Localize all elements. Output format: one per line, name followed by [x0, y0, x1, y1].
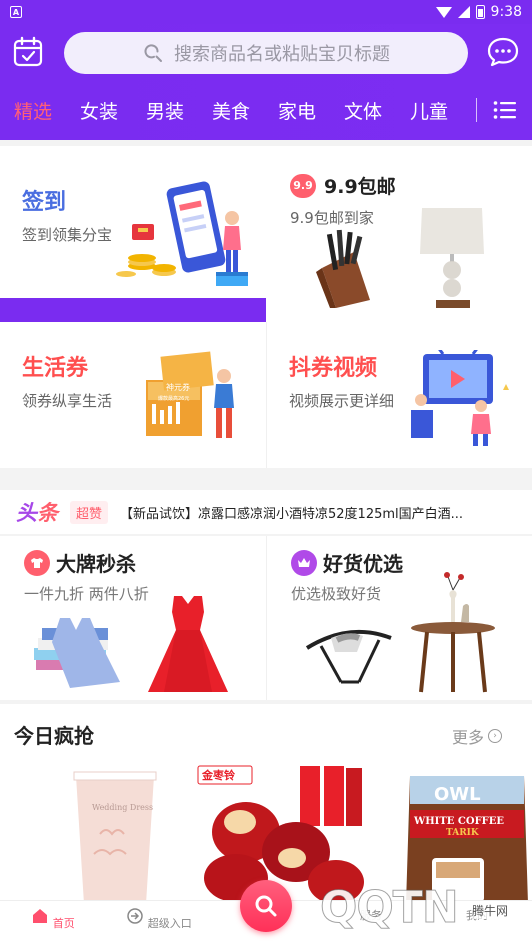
headline-tag: 超赞: [70, 500, 109, 524]
video-coupon-title: 抖券视频: [289, 356, 378, 381]
headline-logo: 头条: [16, 501, 58, 525]
nine-nine-title: 9.9包邮: [324, 176, 396, 198]
table-lamp-image: [420, 208, 484, 308]
product-brand-text: Wedding Dress: [92, 803, 153, 812]
product-sub-text: WHITE COFFEE: [413, 816, 504, 827]
product-brand-text: 金枣铃: [201, 768, 235, 782]
more-link[interactable]: 更多 ›: [452, 724, 502, 748]
product-white-coffee[interactable]: OWL WHITE COFFEE TARIK: [402, 770, 532, 900]
sign-in-subtitle: 签到领集分宝: [22, 226, 113, 244]
nav-super-entry[interactable]: 超级入口: [114, 907, 204, 931]
tab-category-5[interactable]: 文体: [330, 97, 396, 124]
entry-icon: [127, 908, 143, 924]
video-coupon-card[interactable]: 抖券视频 视频展示更详细: [266, 322, 532, 468]
product-red-dates[interactable]: 金枣铃: [196, 762, 366, 900]
sign-in-card[interactable]: 签到 签到领集分宝: [0, 146, 266, 298]
today-rush-title: 今日疯抢: [14, 724, 94, 748]
sign-in-illustration: [116, 181, 248, 286]
shirts-image: [34, 618, 120, 688]
quality-picks-title: 好货优选: [323, 552, 403, 576]
red-dress-image: [148, 596, 228, 692]
battery-icon: [475, 5, 485, 19]
product-cosmetic-tube[interactable]: Wedding Dress: [70, 764, 160, 900]
quality-picks-subtitle: 优选极致好货: [291, 585, 382, 603]
nine-nine-subtitle: 9.9包邮到家: [290, 209, 374, 227]
search-icon: [255, 895, 277, 917]
life-coupon-subtitle: 领券纵享生活: [22, 392, 113, 410]
tab-category-6[interactable]: 儿童: [396, 97, 462, 124]
side-table-vase-image: [411, 572, 495, 693]
app-screen: A 9:38 搜索商品名或粘贴宝贝标题 精选 女装 男装 美食 家电 文体 儿童…: [0, 0, 532, 946]
crown-icon: [291, 549, 317, 576]
center-search-button[interactable]: [240, 880, 292, 932]
message-icon[interactable]: [486, 36, 520, 68]
header: 搜索商品名或粘贴宝贝标题 精选 女装 男装 美食 家电 文体 儿童: [0, 24, 532, 140]
status-bar: A 9:38: [0, 0, 532, 24]
tab-category-3[interactable]: 美食: [198, 97, 264, 124]
chevron-right-icon: ›: [488, 729, 502, 743]
status-time: 9:38: [490, 4, 522, 20]
knife-block-image: [316, 229, 370, 308]
quality-picks-card[interactable]: 好货优选 优选极致好货: [266, 536, 532, 700]
category-tabs: 精选 女装 男装 美食 家电 文体 儿童: [0, 90, 532, 130]
watermark-site-name: 腾牛网: [472, 902, 509, 919]
nav-home[interactable]: 首页: [8, 907, 98, 931]
feature-grid: 签到 签到领集分宝 9.9 9.9包邮 9.9包邮到家 生活券 领券纵享生活 神…: [0, 146, 532, 468]
headline-text[interactable]: 【新品试饮】凉露口感凉润小酒特凉52度125ml国产白酒...: [120, 503, 463, 522]
product-sub-text-2: TARIK: [446, 828, 480, 838]
promo-section: 大牌秒杀 一件九折 两件八折 好货优选 优选极致好货: [0, 536, 532, 700]
watermark-logo: QQTN: [320, 882, 460, 934]
search-bar[interactable]: 搜索商品名或粘贴宝贝标题: [64, 32, 468, 74]
product-brand-text: OWL: [434, 784, 481, 805]
wifi-icon: [435, 6, 452, 18]
lounge-chair-image: [305, 629, 392, 684]
brand-flash-sale-card[interactable]: 大牌秒杀 一件九折 两件八折: [0, 536, 266, 700]
headline-bar[interactable]: 头条 超赞 【新品试饮】凉露口感凉润小酒特凉52度125ml国产白酒...: [0, 490, 532, 534]
life-coupon-card[interactable]: 生活券 领券纵享生活 神元券 爆款最高26元: [0, 322, 266, 468]
tab-category-0[interactable]: 精选: [0, 97, 66, 124]
calendar-checkin-icon[interactable]: [12, 36, 44, 68]
search-icon: [144, 44, 162, 62]
life-coupon-title: 生活券: [22, 356, 89, 381]
signal-icon: [457, 6, 470, 18]
nine-nine-card[interactable]: 9.9 9.9包邮 9.9包邮到家: [266, 146, 532, 322]
coupon-illustration: 神元券 爆款最高26元: [146, 351, 234, 438]
tab-category-2[interactable]: 男装: [132, 97, 198, 124]
sign-in-accent-bar: [0, 298, 266, 322]
notification-a-icon: A: [10, 6, 22, 18]
tshirt-icon: [24, 549, 50, 576]
home-icon: [33, 909, 48, 923]
more-label: 更多: [451, 728, 484, 747]
video-illustration: [411, 350, 509, 446]
brand-flash-sale-subtitle: 一件九折 两件八折: [24, 585, 149, 603]
tab-category-4[interactable]: 家电: [264, 97, 330, 124]
video-coupon-subtitle: 视频展示更详细: [289, 392, 395, 410]
sign-in-title: 签到: [22, 190, 67, 215]
search-placeholder: 搜索商品名或粘贴宝贝标题: [174, 44, 390, 65]
today-rush-section: 今日疯抢 更多 › Wedding Dress 金枣铃 OWL WHITE CO…: [0, 704, 532, 900]
category-menu-icon[interactable]: [493, 100, 517, 120]
nine-nine-badge-icon: 9.9: [290, 173, 316, 198]
brand-flash-sale-title: 大牌秒杀: [56, 552, 136, 576]
coupon-sub-text: 爆款最高26元: [158, 395, 189, 402]
tabs-divider: [476, 98, 477, 122]
tab-category-1[interactable]: 女装: [66, 97, 132, 124]
coupon-title-text: 神元券: [166, 382, 190, 392]
